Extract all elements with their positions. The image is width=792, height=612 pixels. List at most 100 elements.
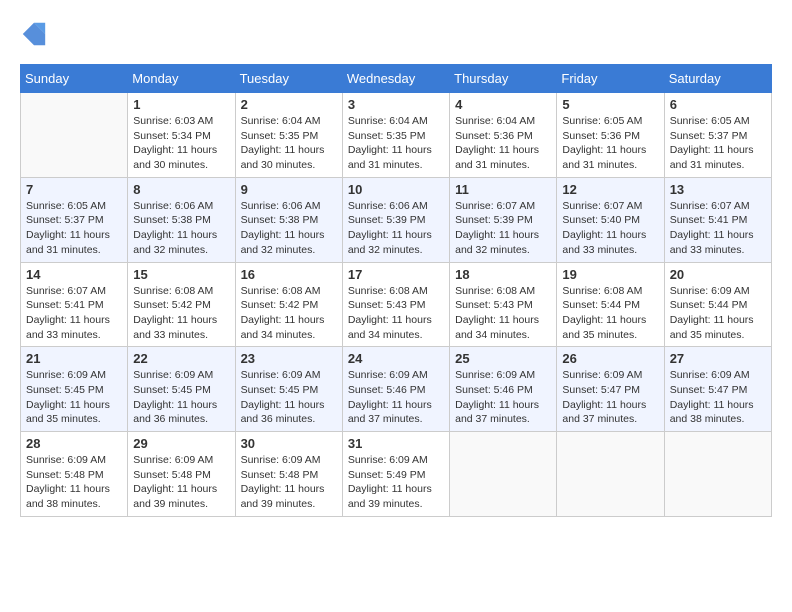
- day-info: Sunrise: 6:07 AMSunset: 5:40 PMDaylight:…: [562, 199, 658, 258]
- calendar-cell: 14Sunrise: 6:07 AMSunset: 5:41 PMDayligh…: [21, 262, 128, 347]
- day-info: Sunrise: 6:06 AMSunset: 5:39 PMDaylight:…: [348, 199, 444, 258]
- day-number: 18: [455, 267, 551, 282]
- calendar-cell: [557, 432, 664, 517]
- calendar-week-row: 28 Sunrise: 6:09 AMSunset: 5:48 PMDayligh…: [21, 432, 772, 517]
- calendar-cell: 16 Sunrise: 6:08 AMSunset: 5:42 PMDayligh…: [235, 262, 342, 347]
- calendar-cell: [450, 432, 557, 517]
- day-number: 4: [455, 97, 551, 112]
- day-number: 26: [562, 351, 658, 366]
- day-number: 9: [241, 182, 337, 197]
- calendar-cell: 31 Sunrise: 6:09 AMSunset: 5:49 PMDayligh…: [342, 432, 449, 517]
- day-info: Sunrise: 6:08 AMSunset: 5:44 PMDaylight:…: [562, 284, 658, 343]
- day-number: 7: [26, 182, 122, 197]
- day-number: 12: [562, 182, 658, 197]
- day-info: Sunrise: 6:07 AMSunset: 5:41 PMDaylight:…: [26, 284, 122, 343]
- day-number: 23: [241, 351, 337, 366]
- day-info: Sunrise: 6:06 AMSunset: 5:38 PMDaylight:…: [133, 199, 229, 258]
- calendar-cell: 30Sunrise: 6:09 AMSunset: 5:48 PMDayligh…: [235, 432, 342, 517]
- calendar-cell: 8 Sunrise: 6:06 AMSunset: 5:38 PMDaylight…: [128, 177, 235, 262]
- day-number: 20: [670, 267, 766, 282]
- calendar-week-row: 7Sunrise: 6:05 AMSunset: 5:37 PMDaylight…: [21, 177, 772, 262]
- day-info: Sunrise: 6:09 AMSunset: 5:45 PMDaylight:…: [26, 368, 122, 427]
- day-info: Sunrise: 6:08 AMSunset: 5:43 PMDaylight:…: [348, 284, 444, 343]
- page-header: [20, 20, 772, 48]
- column-header-friday: Friday: [557, 65, 664, 93]
- calendar-cell: 5Sunrise: 6:05 AMSunset: 5:36 PMDaylight…: [557, 93, 664, 178]
- day-number: 28: [26, 436, 122, 451]
- day-number: 25: [455, 351, 551, 366]
- day-info: Sunrise: 6:08 AMSunset: 5:43 PMDaylight:…: [455, 284, 551, 343]
- logo: [20, 20, 52, 48]
- calendar-cell: 13Sunrise: 6:07 AMSunset: 5:41 PMDayligh…: [664, 177, 771, 262]
- day-info: Sunrise: 6:03 AMSunset: 5:34 PMDaylight:…: [133, 114, 229, 173]
- day-info: Sunrise: 6:09 AMSunset: 5:48 PMDaylight:…: [241, 453, 337, 512]
- day-info: Sunrise: 6:09 AMSunset: 5:46 PMDaylight:…: [348, 368, 444, 427]
- logo-icon: [20, 20, 48, 48]
- day-number: 21: [26, 351, 122, 366]
- day-info: Sunrise: 6:09 AMSunset: 5:48 PMDaylight:…: [133, 453, 229, 512]
- column-header-tuesday: Tuesday: [235, 65, 342, 93]
- calendar-week-row: 21 Sunrise: 6:09 AMSunset: 5:45 PMDayligh…: [21, 347, 772, 432]
- column-header-saturday: Saturday: [664, 65, 771, 93]
- column-header-monday: Monday: [128, 65, 235, 93]
- day-number: 16: [241, 267, 337, 282]
- day-info: Sunrise: 6:09 AMSunset: 5:45 PMDaylight:…: [133, 368, 229, 427]
- day-number: 2: [241, 97, 337, 112]
- calendar-cell: 17Sunrise: 6:08 AMSunset: 5:43 PMDayligh…: [342, 262, 449, 347]
- calendar-cell: 27Sunrise: 6:09 AMSunset: 5:47 PMDayligh…: [664, 347, 771, 432]
- column-header-sunday: Sunday: [21, 65, 128, 93]
- day-info: Sunrise: 6:09 AMSunset: 5:48 PMDaylight:…: [26, 453, 122, 512]
- calendar-cell: 11Sunrise: 6:07 AMSunset: 5:39 PMDayligh…: [450, 177, 557, 262]
- day-number: 15: [133, 267, 229, 282]
- calendar-cell: 7Sunrise: 6:05 AMSunset: 5:37 PMDaylight…: [21, 177, 128, 262]
- day-info: Sunrise: 6:09 AMSunset: 5:45 PMDaylight:…: [241, 368, 337, 427]
- calendar-table: SundayMondayTuesdayWednesdayThursdayFrid…: [20, 64, 772, 517]
- day-number: 5: [562, 97, 658, 112]
- calendar-cell: 4 Sunrise: 6:04 AMSunset: 5:36 PMDaylight…: [450, 93, 557, 178]
- day-info: Sunrise: 6:09 AMSunset: 5:49 PMDaylight:…: [348, 453, 444, 512]
- day-info: Sunrise: 6:08 AMSunset: 5:42 PMDaylight:…: [133, 284, 229, 343]
- calendar-cell: 28 Sunrise: 6:09 AMSunset: 5:48 PMDayligh…: [21, 432, 128, 517]
- calendar-cell: 10 Sunrise: 6:06 AMSunset: 5:39 PMDayligh…: [342, 177, 449, 262]
- day-info: Sunrise: 6:04 AMSunset: 5:36 PMDaylight:…: [455, 114, 551, 173]
- calendar-cell: 25 Sunrise: 6:09 AMSunset: 5:46 PMDayligh…: [450, 347, 557, 432]
- day-number: 29: [133, 436, 229, 451]
- calendar-cell: 1 Sunrise: 6:03 AMSunset: 5:34 PMDaylight…: [128, 93, 235, 178]
- day-number: 10: [348, 182, 444, 197]
- calendar-cell: 21 Sunrise: 6:09 AMSunset: 5:45 PMDayligh…: [21, 347, 128, 432]
- calendar-cell: 2 Sunrise: 6:04 AMSunset: 5:35 PMDaylight…: [235, 93, 342, 178]
- calendar-cell: 24Sunrise: 6:09 AMSunset: 5:46 PMDayligh…: [342, 347, 449, 432]
- calendar-cell: 12 Sunrise: 6:07 AMSunset: 5:40 PMDayligh…: [557, 177, 664, 262]
- day-number: 22: [133, 351, 229, 366]
- calendar-cell: 29 Sunrise: 6:09 AMSunset: 5:48 PMDayligh…: [128, 432, 235, 517]
- day-info: Sunrise: 6:08 AMSunset: 5:42 PMDaylight:…: [241, 284, 337, 343]
- day-info: Sunrise: 6:09 AMSunset: 5:47 PMDaylight:…: [562, 368, 658, 427]
- calendar-week-row: 1 Sunrise: 6:03 AMSunset: 5:34 PMDaylight…: [21, 93, 772, 178]
- day-number: 31: [348, 436, 444, 451]
- calendar-cell: 20 Sunrise: 6:09 AMSunset: 5:44 PMDayligh…: [664, 262, 771, 347]
- day-info: Sunrise: 6:04 AMSunset: 5:35 PMDaylight:…: [241, 114, 337, 173]
- day-number: 1: [133, 97, 229, 112]
- day-info: Sunrise: 6:05 AMSunset: 5:37 PMDaylight:…: [670, 114, 766, 173]
- day-info: Sunrise: 6:09 AMSunset: 5:46 PMDaylight:…: [455, 368, 551, 427]
- calendar-cell: 3 Sunrise: 6:04 AMSunset: 5:35 PMDaylight…: [342, 93, 449, 178]
- day-number: 8: [133, 182, 229, 197]
- calendar-cell: 22 Sunrise: 6:09 AMSunset: 5:45 PMDayligh…: [128, 347, 235, 432]
- day-number: 27: [670, 351, 766, 366]
- calendar-cell: 23 Sunrise: 6:09 AMSunset: 5:45 PMDayligh…: [235, 347, 342, 432]
- day-info: Sunrise: 6:07 AMSunset: 5:41 PMDaylight:…: [670, 199, 766, 258]
- day-info: Sunrise: 6:04 AMSunset: 5:35 PMDaylight:…: [348, 114, 444, 173]
- day-number: 3: [348, 97, 444, 112]
- day-info: Sunrise: 6:09 AMSunset: 5:44 PMDaylight:…: [670, 284, 766, 343]
- calendar-cell: 26 Sunrise: 6:09 AMSunset: 5:47 PMDayligh…: [557, 347, 664, 432]
- column-header-thursday: Thursday: [450, 65, 557, 93]
- column-header-wednesday: Wednesday: [342, 65, 449, 93]
- calendar-cell: [21, 93, 128, 178]
- calendar-cell: 19 Sunrise: 6:08 AMSunset: 5:44 PMDayligh…: [557, 262, 664, 347]
- calendar-cell: 9Sunrise: 6:06 AMSunset: 5:38 PMDaylight…: [235, 177, 342, 262]
- day-number: 19: [562, 267, 658, 282]
- calendar-week-row: 14Sunrise: 6:07 AMSunset: 5:41 PMDayligh…: [21, 262, 772, 347]
- calendar-cell: [664, 432, 771, 517]
- calendar-cell: 15 Sunrise: 6:08 AMSunset: 5:42 PMDayligh…: [128, 262, 235, 347]
- calendar-header-row: SundayMondayTuesdayWednesdayThursdayFrid…: [21, 65, 772, 93]
